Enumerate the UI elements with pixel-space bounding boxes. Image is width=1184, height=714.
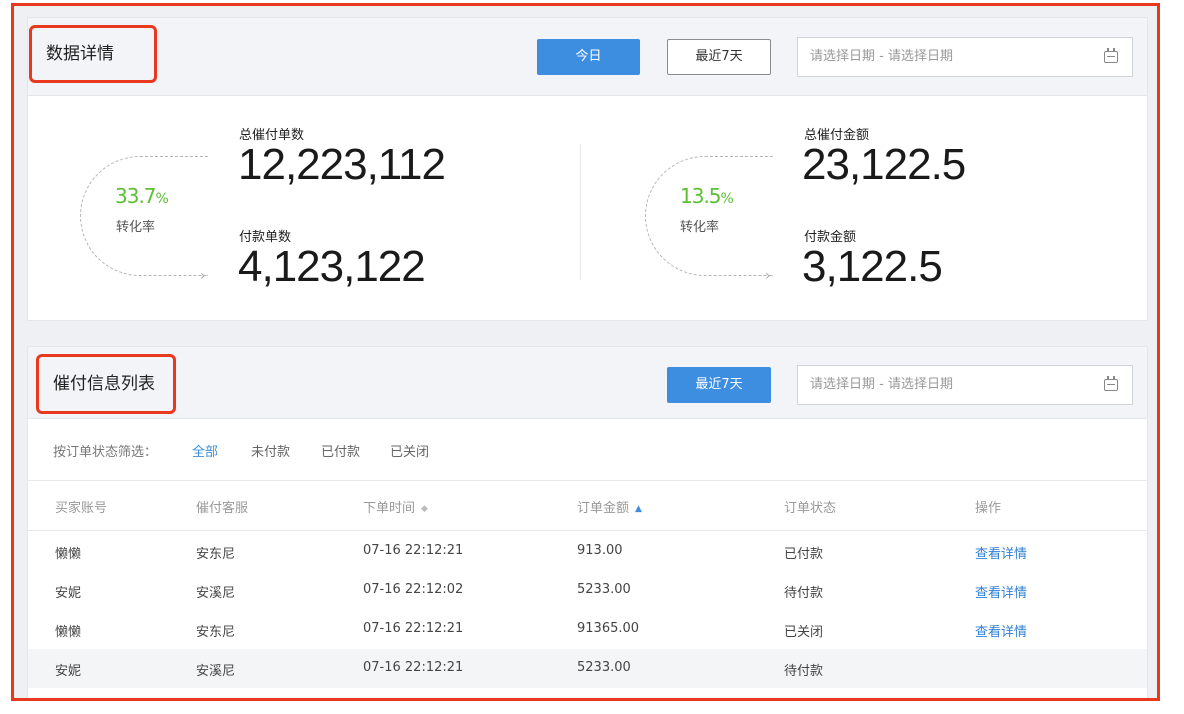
date-range-picker[interactable]: 请选择日期 - 请选择日期 (797, 37, 1133, 77)
status-filter-label: 按订单状态筛选： (53, 445, 158, 460)
calendar-icon[interactable] (1104, 48, 1118, 63)
cell-agent: 安溪尼 (196, 664, 236, 679)
cell-order-amount: 5233.00 (577, 582, 631, 597)
conversion-rate-label-right: 转化率 (680, 220, 720, 235)
cell-buyer: 懒懒 (55, 625, 82, 640)
paid-amount-value: 3,122.5 (802, 242, 943, 291)
sort-both-icon[interactable]: ◆ (421, 504, 428, 514)
list-last-7-days-button[interactable]: 最近7天 (667, 367, 771, 403)
date-range-placeholder: 请选择日期 - 请选择日期 (810, 49, 953, 64)
arc-arrow-icon: › (200, 268, 206, 284)
column-order-time[interactable]: 下单时间 ◆ (363, 497, 428, 516)
arc-arrow-icon: › (765, 268, 771, 284)
view-details-link[interactable]: 查看详情 (975, 621, 1027, 640)
table-row: 安妮 安溪尼 07-16 22:12:02 5233.00 待付款 查看详情 (28, 571, 1147, 610)
stats-body: › 33.7% 转化率 总催付单数 12,223,112 付款单数 4,123,… (28, 96, 1147, 322)
column-order-amount[interactable]: 订单金额 ▲ (577, 497, 642, 516)
cell-order-status: 待付款 (784, 586, 824, 601)
column-action: 操作 (975, 501, 1002, 516)
cell-agent: 安东尼 (196, 625, 236, 640)
paid-orders-value: 4,123,122 (238, 242, 426, 291)
data-detail-panel: 数据详情 今日 最近7天 请选择日期 - 请选择日期 › 33.7% 转化率 总… (27, 17, 1148, 321)
cell-agent: 安东尼 (196, 547, 236, 562)
column-order-status: 订单状态 (784, 501, 837, 516)
conversion-rate-value-right: 13.5% (680, 184, 734, 208)
conversion-rate-label-left: 转化率 (116, 220, 156, 235)
filter-option-unpaid[interactable]: 未付款 (251, 441, 290, 460)
cell-order-time: 07-16 22:12:02 (363, 582, 464, 597)
column-buyer: 买家账号 (55, 501, 108, 516)
today-button[interactable]: 今日 (537, 39, 640, 75)
reminder-list-panel: 催付信息列表 最近7天 请选择日期 - 请选择日期 按订单状态筛选： 全部 未付… (27, 346, 1148, 698)
sort-up-icon[interactable]: ▲ (635, 504, 642, 514)
cell-order-time: 07-16 22:12:21 (363, 543, 464, 558)
filter-option-closed[interactable]: 已关闭 (390, 441, 429, 460)
last-7-days-button[interactable]: 最近7天 (667, 39, 771, 75)
view-details-link[interactable]: 查看详情 (975, 582, 1027, 601)
calendar-icon[interactable] (1104, 376, 1118, 391)
reminder-list-title: 催付信息列表 (36, 354, 176, 414)
stats-divider (580, 144, 581, 280)
dashboard-frame: 数据详情 今日 最近7天 请选择日期 - 请选择日期 › 33.7% 转化率 总… (11, 3, 1160, 701)
data-detail-header: 数据详情 今日 最近7天 请选择日期 - 请选择日期 (28, 18, 1147, 96)
cell-order-status: 已付款 (784, 547, 824, 562)
cell-order-amount: 91365.00 (577, 621, 640, 636)
filter-option-paid[interactable]: 已付款 (321, 441, 360, 460)
table-row: 懒懒 安东尼 07-16 22:12:21 913.00 已付款 查看详情 (28, 532, 1147, 571)
cell-buyer: 安妮 (55, 586, 82, 601)
status-filter-row: 按订单状态筛选： 全部 未付款 已付款 已关闭 (28, 419, 1147, 481)
cell-order-amount: 913.00 (577, 543, 623, 558)
cell-agent: 安溪尼 (196, 586, 236, 601)
cell-order-time: 07-16 22:12:21 (363, 660, 464, 675)
list-date-range-placeholder: 请选择日期 - 请选择日期 (810, 377, 953, 392)
list-date-range-picker[interactable]: 请选择日期 - 请选择日期 (797, 365, 1133, 405)
total-reminder-amount-value: 23,122.5 (802, 140, 966, 189)
cell-order-status: 已关闭 (784, 625, 824, 640)
data-detail-title: 数据详情 (29, 25, 157, 83)
cell-buyer: 安妮 (55, 664, 82, 679)
cell-buyer: 懒懒 (55, 547, 82, 562)
reminder-list-header: 催付信息列表 最近7天 请选择日期 - 请选择日期 (28, 347, 1147, 419)
column-agent: 催付客服 (196, 501, 249, 516)
total-reminder-orders-value: 12,223,112 (238, 140, 446, 189)
view-details-link[interactable]: 查看详情 (975, 543, 1027, 562)
cell-order-time: 07-16 22:12:21 (363, 621, 464, 636)
table-header: 买家账号 催付客服 下单时间 ◆ 订单金额 ▲ 订单状态 操作 (28, 481, 1147, 531)
conversion-rate-value-left: 33.7% (115, 184, 169, 208)
cell-order-amount: 5233.00 (577, 660, 631, 675)
filter-option-all[interactable]: 全部 (192, 441, 218, 460)
table-row: 懒懒 安东尼 07-16 22:12:21 91365.00 已关闭 查看详情 (28, 610, 1147, 649)
cell-order-status: 待付款 (784, 664, 824, 679)
table-row: 安妮 安溪尼 07-16 22:12:21 5233.00 待付款 (28, 649, 1147, 688)
